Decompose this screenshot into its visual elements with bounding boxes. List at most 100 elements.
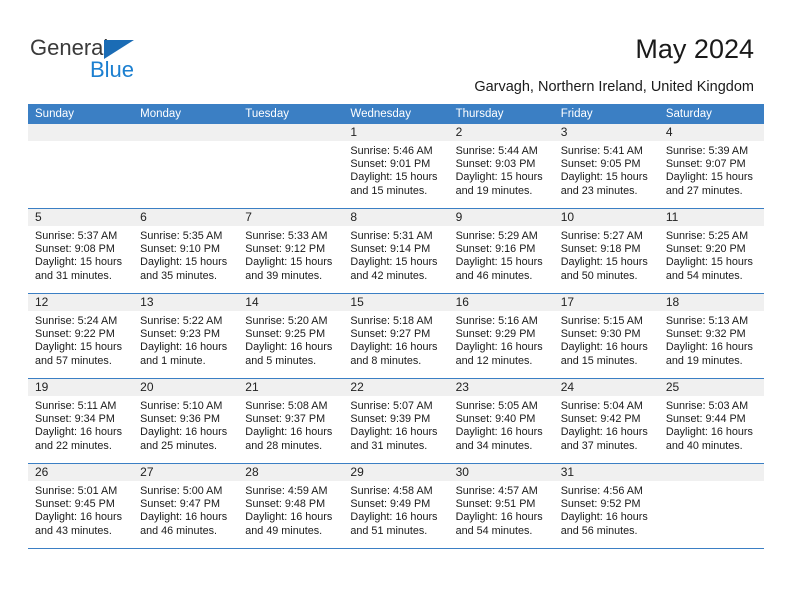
daylight-text-line2: and 46 minutes. xyxy=(140,524,217,537)
day-details: Sunrise: 5:44 AM Sunset: 9:03 PM Dayligh… xyxy=(449,141,554,198)
day-cell[interactable]: 5 Sunrise: 5:37 AM Sunset: 9:08 PM Dayli… xyxy=(28,208,134,294)
day-cell[interactable]: 11 Sunrise: 5:25 AM Sunset: 9:20 PM Dayl… xyxy=(658,208,764,294)
day-cell[interactable]: 12 Sunrise: 5:24 AM Sunset: 9:22 PM Dayl… xyxy=(28,293,134,379)
day-cell[interactable]: 20 Sunrise: 5:10 AM Sunset: 9:36 PM Dayl… xyxy=(133,378,239,464)
sunrise-text: Sunrise: 5:03 AM xyxy=(665,400,749,412)
day-number: 26 xyxy=(28,464,134,481)
day-cell[interactable]: 29 Sunrise: 4:58 AM Sunset: 9:49 PM Dayl… xyxy=(343,463,449,549)
sunrise-text: Sunrise: 5:44 AM xyxy=(455,145,538,157)
day-details xyxy=(28,141,133,145)
day-cell[interactable]: 22 Sunrise: 5:07 AM Sunset: 9:39 PM Dayl… xyxy=(343,378,449,464)
daylight-text-line1: Daylight: 15 hours xyxy=(455,256,543,269)
daylight-text-line2: and 19 minutes. xyxy=(455,184,533,197)
day-details: Sunrise: 4:56 AM Sunset: 9:52 PM Dayligh… xyxy=(554,481,659,538)
day-cell[interactable]: 18 Sunrise: 5:13 AM Sunset: 9:32 PM Dayl… xyxy=(658,293,764,379)
day-cell[interactable]: 13 Sunrise: 5:22 AM Sunset: 9:23 PM Dayl… xyxy=(133,293,239,379)
day-cell[interactable]: 21 Sunrise: 5:08 AM Sunset: 9:37 PM Dayl… xyxy=(238,378,344,464)
daylight-text-line1: Daylight: 15 hours xyxy=(350,256,438,269)
sunrise-text: Sunrise: 5:35 AM xyxy=(140,230,223,242)
daylight-text-line2: and 39 minutes. xyxy=(245,269,323,282)
week-row: 19 Sunrise: 5:11 AM Sunset: 9:34 PM Dayl… xyxy=(28,378,764,464)
sunset-text: Sunset: 9:37 PM xyxy=(245,413,326,426)
sunset-text: Sunset: 9:08 PM xyxy=(35,243,115,256)
day-cell[interactable] xyxy=(658,463,764,549)
day-number: 6 xyxy=(133,209,239,226)
day-number: 8 xyxy=(343,209,449,226)
day-cell[interactable]: 8 Sunrise: 5:31 AM Sunset: 9:14 PM Dayli… xyxy=(343,208,449,294)
daylight-text-line1: Daylight: 16 hours xyxy=(35,426,123,439)
sunset-text: Sunset: 9:07 PM xyxy=(665,158,746,171)
day-cell[interactable]: 16 Sunrise: 5:16 AM Sunset: 9:29 PM Dayl… xyxy=(448,293,554,379)
day-cell[interactable]: 23 Sunrise: 5:05 AM Sunset: 9:40 PM Dayl… xyxy=(448,378,554,464)
sunrise-text: Sunrise: 5:31 AM xyxy=(350,230,433,242)
day-cell[interactable]: 27 Sunrise: 5:00 AM Sunset: 9:47 PM Dayl… xyxy=(133,463,239,549)
day-number: 19 xyxy=(28,379,134,396)
day-number: 20 xyxy=(133,379,239,396)
day-details: Sunrise: 5:31 AM Sunset: 9:14 PM Dayligh… xyxy=(343,226,448,283)
daylight-text-line2: and 49 minutes. xyxy=(245,524,323,537)
sunrise-text: Sunrise: 5:11 AM xyxy=(35,400,117,412)
sunset-text: Sunset: 9:49 PM xyxy=(350,498,431,511)
day-cell[interactable]: 26 Sunrise: 5:01 AM Sunset: 9:45 PM Dayl… xyxy=(28,463,134,549)
day-cell[interactable]: 24 Sunrise: 5:04 AM Sunset: 9:42 PM Dayl… xyxy=(553,378,659,464)
day-cell[interactable]: 25 Sunrise: 5:03 AM Sunset: 9:44 PM Dayl… xyxy=(658,378,764,464)
sunset-text: Sunset: 9:32 PM xyxy=(665,328,746,341)
sunrise-text: Sunrise: 5:25 AM xyxy=(665,230,749,242)
day-number: 14 xyxy=(238,294,344,311)
day-cell[interactable]: 31 Sunrise: 4:56 AM Sunset: 9:52 PM Dayl… xyxy=(553,463,659,549)
daylight-text-line2: and 56 minutes. xyxy=(560,524,638,537)
weekday-header-tuesday: Tuesday xyxy=(238,104,344,124)
day-cell[interactable]: 1 Sunrise: 5:46 AM Sunset: 9:01 PM Dayli… xyxy=(343,124,449,209)
day-number: 22 xyxy=(343,379,449,396)
sunrise-text: Sunrise: 5:15 AM xyxy=(560,315,643,327)
day-number: 2 xyxy=(448,124,554,141)
day-details: Sunrise: 5:03 AM Sunset: 9:44 PM Dayligh… xyxy=(659,396,764,453)
day-cell[interactable]: 3 Sunrise: 5:41 AM Sunset: 9:05 PM Dayli… xyxy=(553,124,659,209)
daylight-text-line1: Daylight: 16 hours xyxy=(140,511,228,524)
day-cell[interactable] xyxy=(238,124,344,209)
daylight-text-line2: and 42 minutes. xyxy=(350,269,428,282)
day-cell[interactable]: 19 Sunrise: 5:11 AM Sunset: 9:34 PM Dayl… xyxy=(28,378,134,464)
day-number: 23 xyxy=(448,379,554,396)
day-number: 28 xyxy=(238,464,344,481)
day-cell[interactable] xyxy=(133,124,239,209)
day-cell[interactable]: 14 Sunrise: 5:20 AM Sunset: 9:25 PM Dayl… xyxy=(238,293,344,379)
day-details: Sunrise: 5:25 AM Sunset: 9:20 PM Dayligh… xyxy=(659,226,764,283)
daylight-text-line2: and 57 minutes. xyxy=(35,354,112,367)
daylight-text-line1: Daylight: 15 hours xyxy=(35,256,123,269)
day-cell[interactable]: 7 Sunrise: 5:33 AM Sunset: 9:12 PM Dayli… xyxy=(238,208,344,294)
day-cell[interactable]: 30 Sunrise: 4:57 AM Sunset: 9:51 PM Dayl… xyxy=(448,463,554,549)
day-cell[interactable]: 17 Sunrise: 5:15 AM Sunset: 9:30 PM Dayl… xyxy=(553,293,659,379)
day-cell[interactable]: 6 Sunrise: 5:35 AM Sunset: 9:10 PM Dayli… xyxy=(133,208,239,294)
sunrise-text: Sunrise: 5:41 AM xyxy=(560,145,643,157)
daylight-text-line2: and 23 minutes. xyxy=(560,184,638,197)
daylight-text-line1: Daylight: 15 hours xyxy=(350,171,438,184)
sunset-text: Sunset: 9:14 PM xyxy=(350,243,431,256)
sunset-text: Sunset: 9:03 PM xyxy=(455,158,536,171)
sunrise-text: Sunrise: 4:56 AM xyxy=(560,485,643,497)
sunrise-text: Sunrise: 5:33 AM xyxy=(245,230,328,242)
day-number xyxy=(28,124,134,141)
day-details: Sunrise: 5:27 AM Sunset: 9:18 PM Dayligh… xyxy=(554,226,659,283)
day-cell[interactable]: 4 Sunrise: 5:39 AM Sunset: 9:07 PM Dayli… xyxy=(658,124,764,209)
day-cell[interactable] xyxy=(28,124,134,209)
daylight-text-line1: Daylight: 16 hours xyxy=(245,426,333,439)
daylight-text-line2: and 12 minutes. xyxy=(455,354,533,367)
sunrise-text: Sunrise: 5:46 AM xyxy=(350,145,433,157)
day-cell[interactable]: 2 Sunrise: 5:44 AM Sunset: 9:03 PM Dayli… xyxy=(448,124,554,209)
daylight-text-line1: Daylight: 16 hours xyxy=(350,426,438,439)
day-cell[interactable]: 9 Sunrise: 5:29 AM Sunset: 9:16 PM Dayli… xyxy=(448,208,554,294)
sunset-text: Sunset: 9:18 PM xyxy=(560,243,641,256)
day-cell[interactable]: 15 Sunrise: 5:18 AM Sunset: 9:27 PM Dayl… xyxy=(343,293,449,379)
general-blue-logo[interactable]: General Blue xyxy=(30,36,190,86)
day-cell[interactable]: 28 Sunrise: 4:59 AM Sunset: 9:48 PM Dayl… xyxy=(238,463,344,549)
sunset-text: Sunset: 9:40 PM xyxy=(455,413,536,426)
page-subtitle: Garvagh, Northern Ireland, United Kingdo… xyxy=(474,79,754,95)
day-number: 13 xyxy=(133,294,239,311)
daylight-text-line1: Daylight: 16 hours xyxy=(665,341,753,354)
sunrise-text: Sunrise: 5:13 AM xyxy=(665,315,749,327)
daylight-text-line1: Daylight: 16 hours xyxy=(455,341,543,354)
daylight-text-line2: and 54 minutes. xyxy=(665,269,743,282)
day-cell[interactable]: 10 Sunrise: 5:27 AM Sunset: 9:18 PM Dayl… xyxy=(553,208,659,294)
daylight-text-line2: and 40 minutes. xyxy=(665,439,743,452)
